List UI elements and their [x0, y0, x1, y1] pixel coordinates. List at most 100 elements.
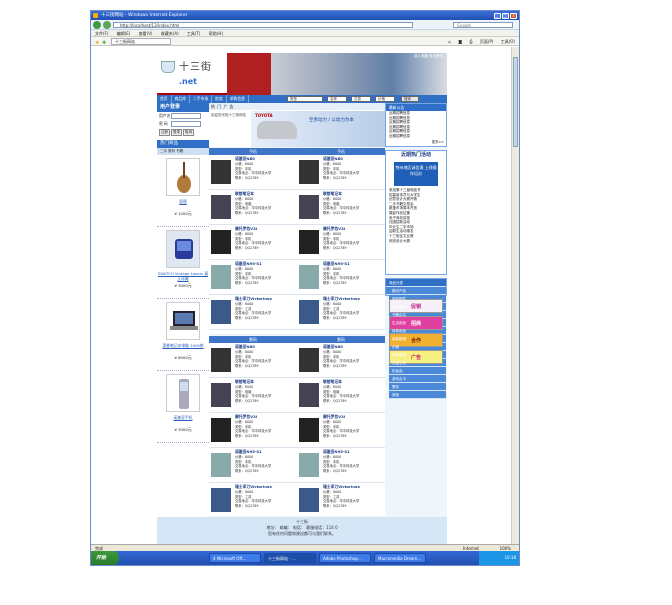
print-icon[interactable]: ⎙ [469, 39, 472, 44]
taskbar-item[interactable]: Adobe Photoshop... [319, 553, 371, 563]
product-card[interactable]: 联想笔记本 价格：8000 类型：电脑 交易地点：华中科技大学 联系：QQ2789 [297, 378, 385, 413]
product-title[interactable]: 诺基亚N95-S1 [235, 449, 262, 454]
product-image[interactable] [299, 453, 319, 477]
product-title[interactable]: 诺基亚N80 [323, 156, 343, 161]
nav-auction[interactable]: 拍卖 [212, 95, 227, 103]
password-input[interactable] [171, 121, 201, 127]
trade-select[interactable]: 交易 [351, 96, 371, 102]
product-title[interactable]: 瑞士军刀Victorinox [323, 296, 360, 301]
product-image[interactable] [299, 418, 319, 442]
product-card[interactable]: 诺基亚N95-S1 价格：8000 类型：手机 交易地点：华中科技大学 联系：QQ278… [209, 448, 297, 483]
product-image[interactable] [211, 195, 231, 219]
taskbar-item[interactable]: 4 Microsoft Off... [209, 553, 261, 563]
vertical-scrollbar[interactable] [511, 47, 519, 544]
product-card[interactable]: 诺基亚N80 价格：8000 类型：手机 交易地点：华中科技大学 联系：QQ2789 [209, 155, 297, 190]
goods-item[interactable]: SWATCH Vintage Lovers 真正珍藏 ¥ 3000元 [157, 227, 209, 299]
product-card[interactable]: 瑞士军刀Victorinox 价格：8000 类型：工具 交易地点：华中科技大学 联系：… [297, 483, 385, 518]
product-title[interactable]: 联想笔记本 [323, 379, 342, 384]
product-title[interactable]: 诺基亚N80 [235, 344, 255, 349]
page-menu[interactable]: 页面(P) [480, 39, 494, 44]
menu-help[interactable]: 帮助(H) [209, 31, 223, 36]
nav-home[interactable]: 首页 [157, 95, 172, 103]
goods-name[interactable]: 惠普笔记本电脑 2009款 [157, 343, 209, 348]
back-button[interactable] [93, 21, 101, 29]
goods-name[interactable]: 诺基亚手机 [157, 415, 209, 420]
laptop-image[interactable] [166, 302, 200, 340]
product-image[interactable] [299, 488, 319, 512]
hot-goods-tabs[interactable]: 二手 数码 书籍 [157, 148, 209, 155]
browser-tab[interactable]: 十三街网站 [111, 38, 171, 45]
product-title[interactable]: 诺基亚N80 [323, 344, 343, 349]
product-title[interactable]: 联想笔记本 [235, 191, 254, 196]
goods-item[interactable]: 惠普笔记本电脑 2009款 ¥ 6000元 [157, 299, 209, 371]
search-button[interactable]: 搜索 [401, 96, 419, 102]
product-card[interactable]: 诺基亚N95-S1 价格：8000 类型：手机 交易地点：华中科技大学 联系：QQ278… [297, 448, 385, 483]
cancel-button[interactable]: 取消 [183, 129, 194, 136]
product-title[interactable]: 诺基亚N95-S1 [235, 261, 262, 266]
menu-tools[interactable]: 工具(T) [187, 31, 201, 36]
section-tab[interactable]: 数码 [209, 336, 297, 343]
product-title[interactable]: 瑞士军刀Victorinox [235, 484, 272, 489]
product-card[interactable]: 联想笔记本 价格：8000 类型：电脑 交易地点：华中科技大学 联系：QQ2789 [209, 190, 297, 225]
product-image[interactable] [211, 300, 231, 324]
product-image[interactable] [299, 300, 319, 324]
maximize-button[interactable]: □ [502, 12, 509, 19]
username-input[interactable] [171, 113, 201, 119]
product-image[interactable] [211, 383, 231, 407]
goods-item[interactable]: 琵琶 ¥ 1000元 [157, 155, 209, 227]
category-link[interactable]: 数码产品 [389, 287, 446, 295]
product-title[interactable]: 瑞士军刀Victorinox [323, 484, 360, 489]
home-icon[interactable]: ⌂ [448, 39, 451, 44]
price-select[interactable]: 价格 [375, 96, 395, 102]
product-title[interactable]: 瑞士军刀Victorinox [235, 296, 272, 301]
section-tab[interactable]: 手机 [209, 148, 297, 155]
nav-goods[interactable]: 商品库 [172, 95, 190, 103]
search-input[interactable]: Google [453, 22, 513, 28]
product-image[interactable] [299, 160, 319, 184]
product-image[interactable] [211, 348, 231, 372]
product-image[interactable] [211, 488, 231, 512]
close-button[interactable]: × [510, 12, 517, 19]
menu-favorites[interactable]: 收藏夹(A) [161, 31, 179, 36]
product-image[interactable] [211, 453, 231, 477]
product-image[interactable] [299, 383, 319, 407]
type-select[interactable]: 类型 [287, 96, 323, 102]
product-card[interactable]: 诺基亚N80 价格：8000 类型：手机 交易地点：华中科技大学 联系：QQ2789 [297, 343, 385, 378]
product-image[interactable] [299, 230, 319, 254]
promo-banner[interactable]: 荆州地区诚信通 上线操作培训 [394, 162, 438, 186]
scroll-thumb[interactable] [513, 57, 518, 147]
forward-button[interactable] [103, 21, 111, 29]
product-title[interactable]: 诺基亚N80 [235, 156, 255, 161]
goods-name[interactable]: SWATCH Vintage Lovers 真正珍藏 [157, 271, 209, 281]
product-card[interactable]: 联想笔记本 价格：8000 类型：电脑 交易地点：华中科技大学 联系：QQ2789 [209, 378, 297, 413]
product-card[interactable]: 诺基亚N95-S1 价格：8000 类型：手机 交易地点：华中科技大学 联系：QQ278… [209, 260, 297, 295]
product-title[interactable]: 联想笔记本 [323, 191, 342, 196]
product-image[interactable] [211, 265, 231, 289]
product-image[interactable] [211, 418, 231, 442]
news-more-link[interactable]: 更多>> [386, 139, 446, 144]
goods-name[interactable]: 琵琶 [157, 199, 209, 204]
product-card[interactable]: 诺基亚N95-S1 价格：8000 类型：手机 交易地点：华中科技大学 联系：QQ278… [297, 260, 385, 295]
product-card[interactable]: 摩托罗拉V3i 价格：8000 类型：手机 交易地点：华中科技大学 联系：QQ2789 [297, 225, 385, 260]
feed-icon[interactable]: ◙ [458, 39, 462, 44]
section-tab[interactable]: 手机 [297, 148, 385, 155]
product-card[interactable]: 联想笔记本 价格：8000 类型：电脑 交易地点：华中科技大学 联系：QQ2789 [297, 190, 385, 225]
toyota-banner[interactable]: TOYOTA 至善动力 / 以动力为本 [251, 111, 385, 147]
minimize-button[interactable]: _ [494, 12, 501, 19]
product-card[interactable]: 诺基亚N80 价格：8000 类型：手机 交易地点：华中科技大学 联系：QQ2789 [209, 343, 297, 378]
product-image[interactable] [299, 195, 319, 219]
product-title[interactable]: 摩托罗拉V3i [323, 226, 345, 231]
product-card[interactable]: 瑞士军刀Victorinox 价格：8000 类型：工具 交易地点：华中科技大学 联系：… [209, 295, 297, 330]
name-select[interactable]: 名称 [327, 96, 347, 102]
menu-view[interactable]: 查看(V) [139, 31, 153, 36]
nav-wanted[interactable]: 求购信息 [227, 95, 249, 103]
goods-item[interactable]: 诺基亚手机 ¥ 3000元 [157, 371, 209, 443]
activity-item[interactable]: 网页设计大赛 [386, 239, 446, 244]
register-button[interactable]: 注册 [159, 129, 170, 136]
banner-links[interactable]: 加入收藏 设为首页 [414, 54, 443, 59]
category-link[interactable]: 票务 [389, 383, 446, 391]
product-title[interactable]: 联想笔记本 [235, 379, 254, 384]
product-image[interactable] [299, 348, 319, 372]
product-card[interactable]: 摩托罗拉V3i 价格：8000 类型：手机 交易地点：华中科技大学 联系：QQ2789 [297, 413, 385, 448]
product-card[interactable]: 摩托罗拉V3i 价格：8000 类型：手机 交易地点：华中科技大学 联系：QQ2789 [209, 413, 297, 448]
